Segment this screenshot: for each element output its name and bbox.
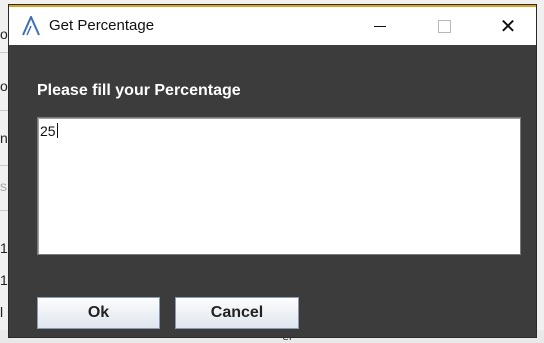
- close-icon: ✕: [499, 14, 517, 38]
- background-divider: [0, 52, 9, 53]
- background-divider: [0, 165, 9, 166]
- minimize-icon: [374, 25, 386, 27]
- app-logo-icon: [22, 16, 40, 36]
- background-text-fragment: o: [0, 26, 8, 42]
- maximize-icon: [437, 19, 451, 33]
- background-divider: [0, 210, 9, 211]
- get-percentage-dialog: Get Percentage ✕ Please fill your Percen…: [9, 5, 536, 337]
- maximize-button[interactable]: [421, 7, 467, 45]
- percentage-value-text: 25: [40, 123, 56, 139]
- prompt-label: Please fill your Percentage: [37, 82, 241, 99]
- dialog-titlebar[interactable]: Get Percentage ✕: [9, 7, 536, 45]
- dialog-title: Get Percentage: [49, 17, 155, 34]
- minimize-button[interactable]: [357, 7, 403, 45]
- text-caret: [56, 123, 58, 138]
- ok-button[interactable]: Ok: [37, 297, 160, 329]
- percentage-input[interactable]: 25: [37, 117, 521, 255]
- cancel-button[interactable]: Cancel: [175, 297, 299, 329]
- background-text-fragment: 1: [0, 240, 8, 256]
- background-divider: [0, 110, 9, 111]
- percentage-value: 25: [40, 123, 58, 139]
- background-text-fragment: l: [0, 304, 4, 320]
- background-text-fragment: 1: [0, 272, 8, 288]
- background-text-fragment: sh: [0, 178, 9, 194]
- background-text-fragment: ol: [0, 78, 9, 94]
- close-button[interactable]: ✕: [485, 7, 531, 45]
- background-text-fragment: n: [0, 130, 8, 146]
